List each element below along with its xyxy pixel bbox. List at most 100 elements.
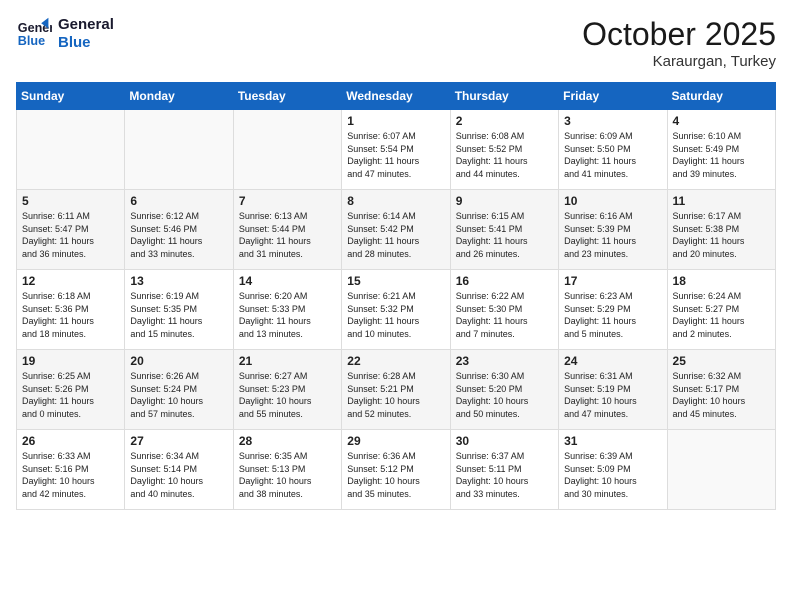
day-number: 18 — [673, 274, 770, 288]
day-info: Sunrise: 6:20 AM Sunset: 5:33 PM Dayligh… — [239, 290, 336, 340]
page-header: General Blue General Blue October 2025 K… — [16, 16, 776, 70]
weekday-monday: Monday — [125, 83, 233, 110]
calendar-cell: 5Sunrise: 6:11 AM Sunset: 5:47 PM Daylig… — [17, 190, 125, 270]
day-number: 27 — [130, 434, 227, 448]
day-info: Sunrise: 6:15 AM Sunset: 5:41 PM Dayligh… — [456, 210, 553, 260]
calendar-cell — [667, 430, 775, 510]
day-number: 23 — [456, 354, 553, 368]
day-info: Sunrise: 6:25 AM Sunset: 5:26 PM Dayligh… — [22, 370, 119, 420]
weekday-friday: Friday — [559, 83, 667, 110]
day-number: 17 — [564, 274, 661, 288]
day-info: Sunrise: 6:08 AM Sunset: 5:52 PM Dayligh… — [456, 130, 553, 180]
day-number: 25 — [673, 354, 770, 368]
calendar-cell: 3 Sunrise: 6:09 AM Sunset: 5:50 PM Daylig… — [559, 110, 667, 190]
calendar-cell: 17Sunrise: 6:23 AM Sunset: 5:29 PM Dayli… — [559, 270, 667, 350]
calendar-cell — [233, 110, 341, 190]
day-info: Sunrise: 6:12 AM Sunset: 5:46 PM Dayligh… — [130, 210, 227, 260]
day-info: Sunrise: 6:18 AM Sunset: 5:36 PM Dayligh… — [22, 290, 119, 340]
title-block: October 2025 Karaurgan, Turkey — [582, 16, 776, 70]
day-info: Sunrise: 6:32 AM Sunset: 5:17 PM Dayligh… — [673, 370, 770, 420]
day-info: Sunrise: 6:27 AM Sunset: 5:23 PM Dayligh… — [239, 370, 336, 420]
calendar-cell: 4 Sunrise: 6:10 AM Sunset: 5:49 PM Daylig… — [667, 110, 775, 190]
day-info: Sunrise: 6:39 AM Sunset: 5:09 PM Dayligh… — [564, 450, 661, 500]
day-info: Sunrise: 6:21 AM Sunset: 5:32 PM Dayligh… — [347, 290, 444, 340]
calendar-cell: 12Sunrise: 6:18 AM Sunset: 5:36 PM Dayli… — [17, 270, 125, 350]
logo-blue: Blue — [58, 34, 114, 52]
day-number: 24 — [564, 354, 661, 368]
day-number: 15 — [347, 274, 444, 288]
day-info: Sunrise: 6:36 AM Sunset: 5:12 PM Dayligh… — [347, 450, 444, 500]
logo: General Blue General Blue — [16, 16, 114, 52]
day-number: 13 — [130, 274, 227, 288]
day-number: 21 — [239, 354, 336, 368]
weekday-wednesday: Wednesday — [342, 83, 450, 110]
day-info: Sunrise: 6:13 AM Sunset: 5:44 PM Dayligh… — [239, 210, 336, 260]
week-row-2: 5Sunrise: 6:11 AM Sunset: 5:47 PM Daylig… — [17, 190, 776, 270]
day-number: 1 — [347, 114, 444, 128]
calendar-cell: 2Sunrise: 6:08 AM Sunset: 5:52 PM Daylig… — [450, 110, 558, 190]
day-info: Sunrise: 6:33 AM Sunset: 5:16 PM Dayligh… — [22, 450, 119, 500]
day-number: 29 — [347, 434, 444, 448]
day-info: Sunrise: 6:28 AM Sunset: 5:21 PM Dayligh… — [347, 370, 444, 420]
calendar-cell: 20 Sunrise: 6:26 AM Sunset: 5:24 PM Dayli… — [125, 350, 233, 430]
day-number: 10 — [564, 194, 661, 208]
day-info: Sunrise: 6:17 AM Sunset: 5:38 PM Dayligh… — [673, 210, 770, 260]
weekday-header-row: SundayMondayTuesdayWednesdayThursdayFrid… — [17, 83, 776, 110]
calendar-cell — [17, 110, 125, 190]
day-info: Sunrise: 6:14 AM Sunset: 5:42 PM Dayligh… — [347, 210, 444, 260]
calendar-cell: 7 Sunrise: 6:13 AM Sunset: 5:44 PM Daylig… — [233, 190, 341, 270]
calendar-cell: 31 Sunrise: 6:39 AM Sunset: 5:09 PM Dayli… — [559, 430, 667, 510]
calendar-cell: 27 Sunrise: 6:34 AM Sunset: 5:14 PM Dayli… — [125, 430, 233, 510]
day-info: Sunrise: 6:37 AM Sunset: 5:11 PM Dayligh… — [456, 450, 553, 500]
calendar-cell: 23 Sunrise: 6:30 AM Sunset: 5:20 PM Dayli… — [450, 350, 558, 430]
day-info: Sunrise: 6:10 AM Sunset: 5:49 PM Dayligh… — [673, 130, 770, 180]
calendar-table: SundayMondayTuesdayWednesdayThursdayFrid… — [16, 82, 776, 510]
day-info: Sunrise: 6:30 AM Sunset: 5:20 PM Dayligh… — [456, 370, 553, 420]
day-info: Sunrise: 6:26 AM Sunset: 5:24 PM Dayligh… — [130, 370, 227, 420]
calendar-cell: 10Sunrise: 6:16 AM Sunset: 5:39 PM Dayli… — [559, 190, 667, 270]
day-number: 3 — [564, 114, 661, 128]
day-number: 19 — [22, 354, 119, 368]
month-title: October 2025 — [582, 16, 776, 53]
calendar-cell: 11Sunrise: 6:17 AM Sunset: 5:38 PM Dayli… — [667, 190, 775, 270]
week-row-4: 19 Sunrise: 6:25 AM Sunset: 5:26 PM Dayli… — [17, 350, 776, 430]
calendar-cell: 13Sunrise: 6:19 AM Sunset: 5:35 PM Dayli… — [125, 270, 233, 350]
calendar-cell: 30 Sunrise: 6:37 AM Sunset: 5:11 PM Dayli… — [450, 430, 558, 510]
day-number: 8 — [347, 194, 444, 208]
day-number: 20 — [130, 354, 227, 368]
day-number: 7 — [239, 194, 336, 208]
day-number: 28 — [239, 434, 336, 448]
day-number: 26 — [22, 434, 119, 448]
week-row-1: 1 Sunrise: 6:07 AM Sunset: 5:54 PM Daylig… — [17, 110, 776, 190]
day-number: 14 — [239, 274, 336, 288]
day-number: 30 — [456, 434, 553, 448]
weekday-thursday: Thursday — [450, 83, 558, 110]
day-number: 22 — [347, 354, 444, 368]
day-number: 4 — [673, 114, 770, 128]
day-info: Sunrise: 6:09 AM Sunset: 5:50 PM Dayligh… — [564, 130, 661, 180]
weekday-sunday: Sunday — [17, 83, 125, 110]
week-row-3: 12Sunrise: 6:18 AM Sunset: 5:36 PM Dayli… — [17, 270, 776, 350]
calendar-cell: 21 Sunrise: 6:27 AM Sunset: 5:23 PM Dayli… — [233, 350, 341, 430]
location: Karaurgan, Turkey — [582, 53, 776, 70]
calendar-cell: 29 Sunrise: 6:36 AM Sunset: 5:12 PM Dayli… — [342, 430, 450, 510]
calendar-cell: 18 Sunrise: 6:24 AM Sunset: 5:27 PM Dayli… — [667, 270, 775, 350]
week-row-5: 26 Sunrise: 6:33 AM Sunset: 5:16 PM Dayli… — [17, 430, 776, 510]
day-info: Sunrise: 6:24 AM Sunset: 5:27 PM Dayligh… — [673, 290, 770, 340]
day-info: Sunrise: 6:31 AM Sunset: 5:19 PM Dayligh… — [564, 370, 661, 420]
logo-icon: General Blue — [16, 16, 52, 52]
calendar-cell: 14 Sunrise: 6:20 AM Sunset: 5:33 PM Dayli… — [233, 270, 341, 350]
day-info: Sunrise: 6:11 AM Sunset: 5:47 PM Dayligh… — [22, 210, 119, 260]
calendar-cell: 1 Sunrise: 6:07 AM Sunset: 5:54 PM Daylig… — [342, 110, 450, 190]
day-number: 6 — [130, 194, 227, 208]
calendar-cell: 8 Sunrise: 6:14 AM Sunset: 5:42 PM Daylig… — [342, 190, 450, 270]
calendar-body: 1 Sunrise: 6:07 AM Sunset: 5:54 PM Daylig… — [17, 110, 776, 510]
calendar-cell: 9 Sunrise: 6:15 AM Sunset: 5:41 PM Daylig… — [450, 190, 558, 270]
day-info: Sunrise: 6:34 AM Sunset: 5:14 PM Dayligh… — [130, 450, 227, 500]
calendar-cell: 22 Sunrise: 6:28 AM Sunset: 5:21 PM Dayli… — [342, 350, 450, 430]
day-number: 31 — [564, 434, 661, 448]
weekday-tuesday: Tuesday — [233, 83, 341, 110]
calendar-cell — [125, 110, 233, 190]
day-number: 9 — [456, 194, 553, 208]
day-info: Sunrise: 6:07 AM Sunset: 5:54 PM Dayligh… — [347, 130, 444, 180]
